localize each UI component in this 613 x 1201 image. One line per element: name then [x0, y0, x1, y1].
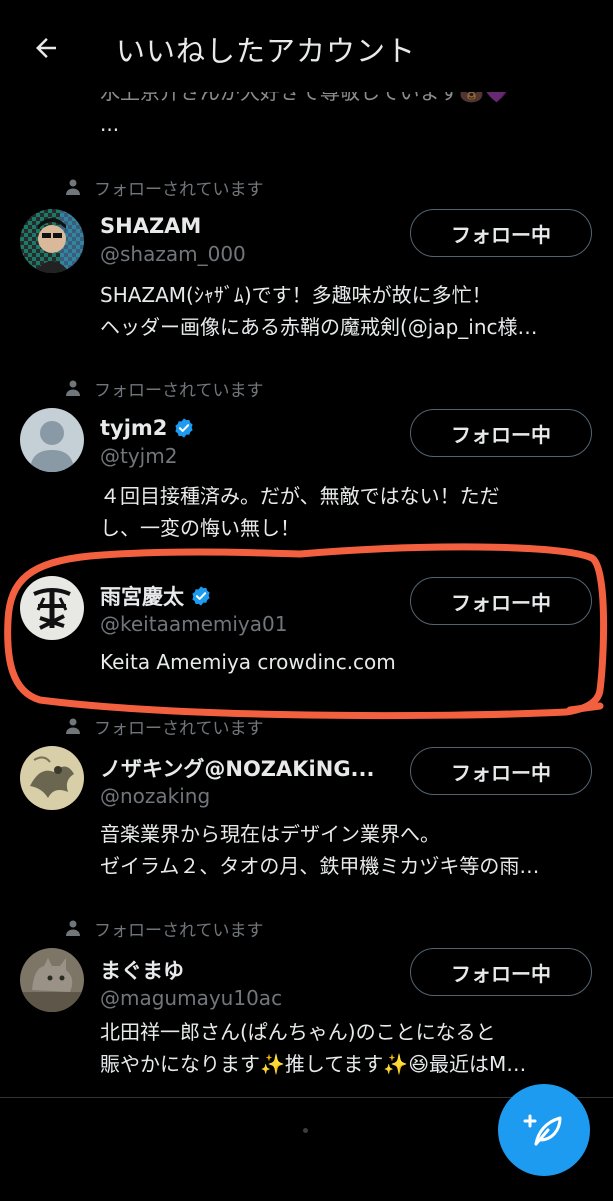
display-name: SHAZAM [100, 214, 202, 238]
back-button[interactable] [22, 24, 70, 72]
bio-line: ４回目接種済み。だが、無敵ではない！ただ [100, 484, 500, 508]
follows-you-label: フォローされています [94, 718, 264, 739]
bio-line: 音楽業界から現在はデザイン業界へ。 [100, 822, 440, 846]
compose-tweet-icon [523, 1114, 562, 1146]
user-bio: SHAZAM(ｼｬｻﾞﾑ)です！多趣味が故に多忙！ ヘッダー画像にある赤鞘の魔戒… [100, 279, 588, 343]
follows-you-indicator: フォローされています [66, 376, 264, 401]
person-icon [66, 380, 80, 396]
avatar[interactable] [20, 209, 84, 273]
display-name: まぐまゆ [100, 959, 184, 983]
follows-you-label: フォローされています [94, 920, 264, 941]
user-handle: @nozaking [100, 784, 211, 808]
user-bio: 音楽業界から現在はデザイン業界へ。 ゼイラム２、タオの月、鉄甲機ミカヅキ等の雨… [100, 818, 588, 882]
bio-line: 北田祥一郎さん(ぱんちゃん)のことになると [100, 1020, 496, 1044]
follows-you-indicator: フォローされています [66, 916, 264, 941]
person-icon [66, 920, 80, 936]
following-button[interactable]: フォロー中 [410, 409, 592, 457]
user-name[interactable]: 雨宮慶太 [100, 581, 212, 611]
avatar[interactable] [20, 408, 84, 472]
bio-line: ゼイラム２、タオの月、鉄甲機ミカヅキ等の雨… [100, 854, 540, 878]
user-name[interactable]: ノザキング@NOZAKiNG... [100, 753, 375, 783]
display-name: ノザキング@NOZAKiNG... [100, 757, 375, 781]
user-bio: ４回目接種済み。だが、無敵ではない！ただ し、一変の悔い無し！ [100, 480, 588, 544]
following-button[interactable]: フォロー中 [410, 209, 592, 257]
person-icon [66, 718, 80, 734]
bio-line: ... [100, 112, 120, 136]
page-indicator-dot [303, 1128, 308, 1133]
verified-badge-icon [175, 418, 194, 438]
display-name: tyjm2 [100, 416, 168, 440]
following-button[interactable]: フォロー中 [410, 577, 592, 625]
person-icon [66, 179, 80, 195]
user-bio: 北田祥一郎さん(ぱんちゃん)のことになると 賑やかになります✨推してます✨😆最近… [100, 1016, 588, 1080]
user-name[interactable]: SHAZAM [100, 211, 201, 241]
follows-you-label: フォローされています [94, 380, 264, 401]
user-bio: Keita Amemiya crowdinc.com [100, 646, 588, 678]
user-handle: @shazam_000 [100, 242, 246, 266]
bio-line: 賑やかになります✨推してます✨😆最近はM… [100, 1052, 527, 1076]
highlight-annotation [4, 543, 608, 720]
follows-you-indicator: フォローされています [66, 714, 264, 739]
avatar[interactable] [20, 746, 84, 810]
following-button[interactable]: フォロー中 [410, 747, 592, 795]
page-title: いいねしたアカウント [116, 34, 417, 68]
follows-you-indicator: フォローされています [66, 175, 264, 200]
user-handle: @tyjm2 [100, 444, 178, 468]
user-name[interactable]: tyjm2 [100, 413, 195, 443]
verified-badge-icon [192, 586, 210, 606]
display-name: 雨宮慶太 [100, 585, 184, 609]
arrow-left-icon [36, 38, 56, 58]
following-button[interactable]: フォロー中 [410, 948, 592, 996]
user-name[interactable]: まぐまゆ [100, 955, 184, 985]
avatar[interactable] [20, 576, 84, 640]
bio-line: Keita Amemiya crowdinc.com [100, 650, 396, 674]
follows-you-label: フォローされています [94, 179, 264, 200]
bio-line: SHAZAM(ｼｬｻﾞﾑ)です！多趣味が故に多忙！ [100, 283, 492, 307]
user-handle: @magumayu10ac [100, 986, 283, 1010]
bio-line: ヘッダー画像にある赤鞘の魔戒剣(@jap_inc様… [100, 315, 538, 339]
user-handle: @keitaamemiya01 [100, 612, 288, 636]
top-app-bar: いいねしたアカウント [0, 0, 613, 92]
avatar[interactable] [20, 948, 84, 1012]
compose-tweet-button[interactable] [498, 1084, 590, 1176]
bio-line: し、一変の悔い無し！ [100, 516, 300, 540]
